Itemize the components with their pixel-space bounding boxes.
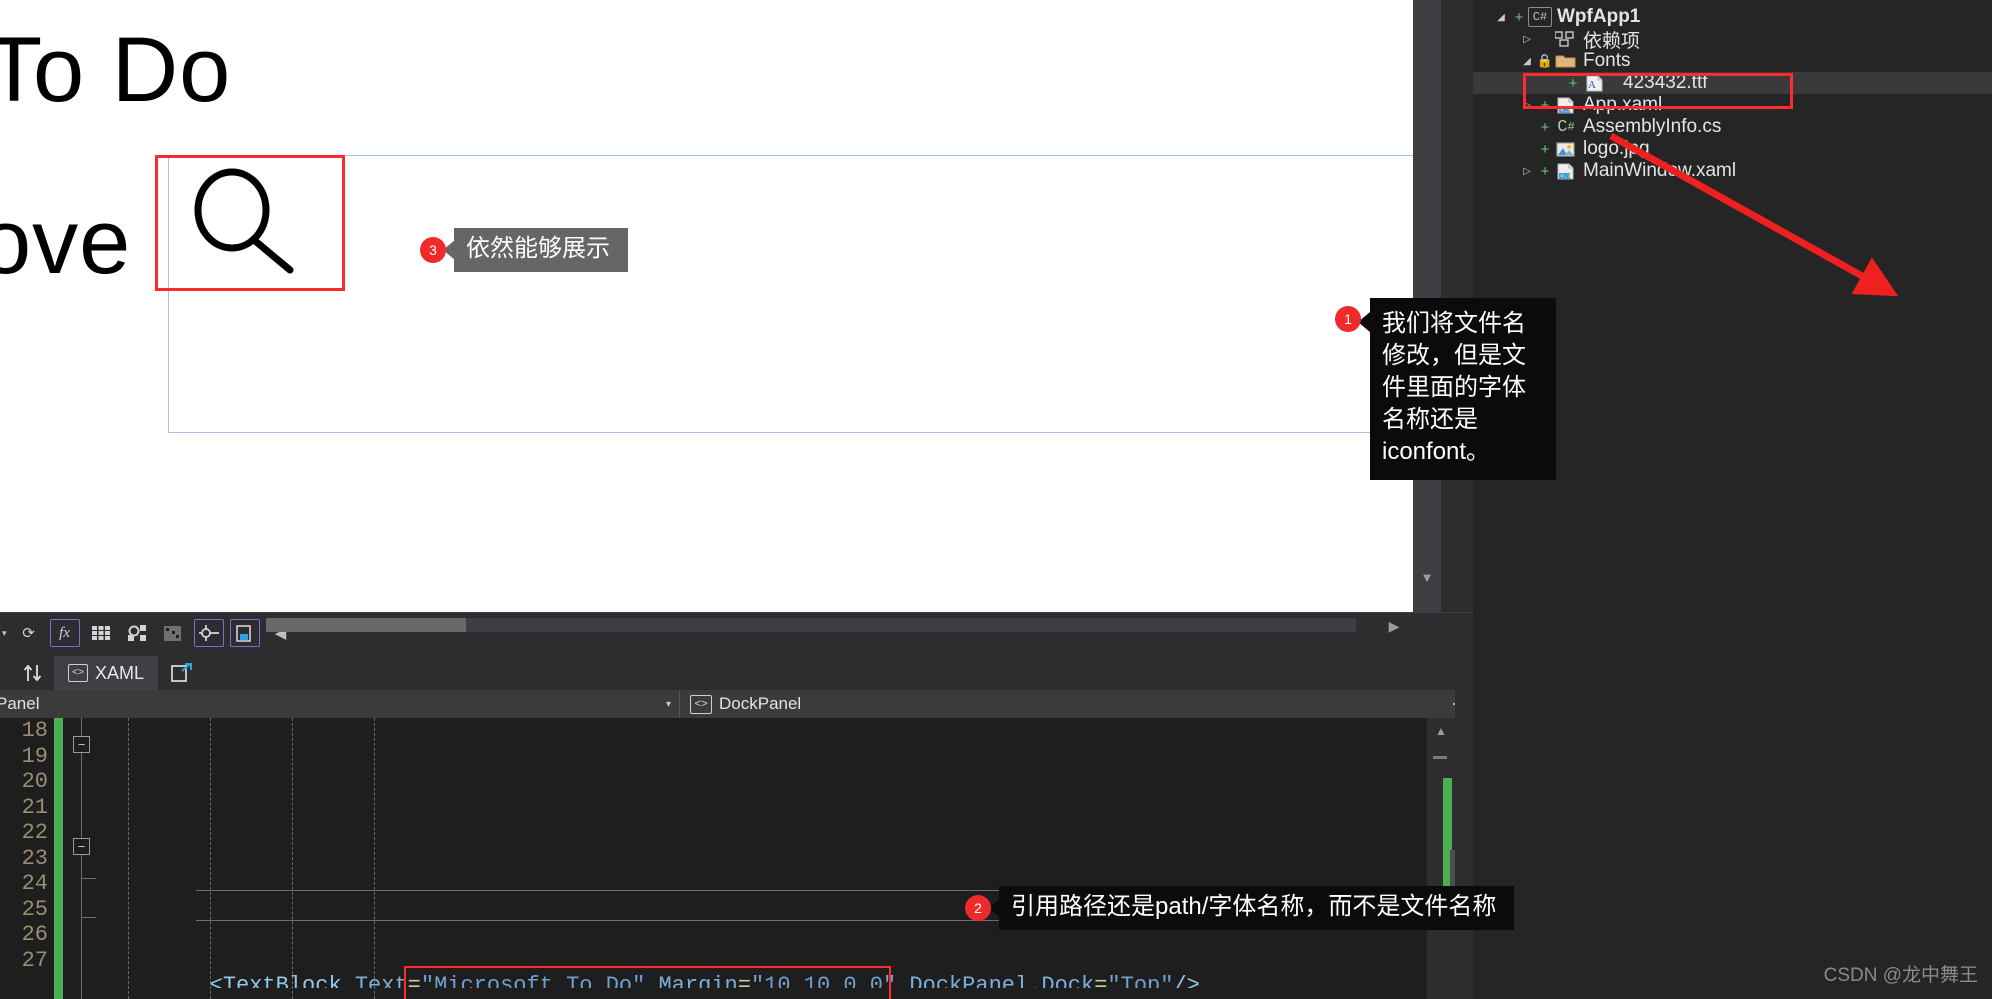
annotation-1: 1 我们将文件名修改，但是文件里面的字体名称还是iconfont。 bbox=[1335, 298, 1556, 480]
annotation-2: 2 引用路径还是path/字体名称，而不是文件名称 bbox=[965, 886, 1515, 931]
save-preview-icon[interactable] bbox=[229, 619, 260, 647]
breadcrumb-left-label: Panel bbox=[0, 694, 40, 713]
annotation-2-text: 引用路径还是path/字体名称，而不是文件名称 bbox=[999, 886, 1515, 931]
line-number: 24 bbox=[21, 871, 48, 896]
tree-item-label: Fonts bbox=[1583, 50, 1631, 71]
tree-item-label: logo.jpg bbox=[1583, 138, 1650, 159]
source-control-add-icon: + bbox=[1514, 8, 1524, 26]
annotation-1-badge: 1 bbox=[1335, 306, 1361, 332]
line-number: 23 bbox=[21, 845, 48, 871]
source-control-add-icon: + bbox=[1540, 140, 1550, 158]
collapse-region-button[interactable]: − bbox=[73, 838, 90, 855]
swap-panes-icon[interactable] bbox=[12, 656, 54, 690]
chevron-down-icon[interactable]: ◢ bbox=[1491, 12, 1511, 23]
line-number: 21 bbox=[21, 794, 48, 820]
annotation-3-badge: 3 bbox=[420, 237, 446, 263]
annotation-3-text: 依然能够展示 bbox=[454, 227, 628, 273]
solution-explorer-pane[interactable]: 解决方案 'WpfApp1' (1 个项目，共 1 个) ◢ + C# WpfA… bbox=[1473, 0, 1992, 999]
ttf-red-highlight-box bbox=[1523, 73, 1793, 109]
folder-icon bbox=[1553, 53, 1579, 69]
source-control-add-icon: + bbox=[1540, 118, 1550, 136]
line-number: 19 bbox=[21, 743, 48, 769]
tree-item-assemblyinfo-cs[interactable]: + C # AssemblyInfo.cs bbox=[1473, 116, 1992, 138]
unsaved-change-bar bbox=[54, 718, 63, 999]
lock-icon: 🔒 bbox=[1536, 53, 1554, 68]
image-file-icon bbox=[1553, 141, 1579, 158]
chevron-right-icon[interactable]: ▷ bbox=[1517, 166, 1537, 177]
designer-title-ove: ove bbox=[0, 191, 132, 293]
chevron-down-icon[interactable]: ◢ bbox=[1517, 56, 1537, 67]
line-number-gutter: 18 19 20 21 22 23 24 25 26 27 bbox=[0, 718, 52, 999]
xaml-element-icon: <> bbox=[690, 694, 712, 714]
chevron-right-icon[interactable]: ▷ bbox=[1517, 34, 1537, 45]
scroll-marker bbox=[1433, 756, 1447, 759]
breadcrumb[interactable]: Panel ▾ <> DockPanel ▾ bbox=[0, 690, 1473, 718]
settings-gear-icon[interactable] bbox=[122, 619, 152, 647]
breadcrumb-right-label: DockPanel bbox=[719, 694, 802, 713]
xaml-code-icon: <> bbox=[68, 664, 88, 682]
breadcrumb-left-dropdown[interactable]: Panel ▾ bbox=[0, 690, 680, 718]
designer-canvas[interactable]: To Do ove 3 依然能够展示 bbox=[0, 0, 1445, 612]
alignment-icon[interactable] bbox=[193, 619, 224, 647]
csharp-file-icon: C # bbox=[1557, 117, 1575, 137]
scroll-up-icon[interactable]: ▲ bbox=[1427, 720, 1455, 742]
designer-horizontal-scrollbar[interactable] bbox=[266, 618, 1356, 632]
xaml-code-editor[interactable]: 18 19 20 21 22 23 24 25 26 27 − − <TextB… bbox=[0, 718, 1473, 999]
line-number: 27 bbox=[21, 947, 48, 973]
scroll-right-icon[interactable]: ▶ bbox=[1375, 612, 1413, 640]
collapse-region-button[interactable]: − bbox=[73, 736, 90, 753]
svg-text:<.>: <.> bbox=[1561, 173, 1572, 180]
csharp-project-icon: C# bbox=[1527, 7, 1553, 27]
annotation-1-text: 我们将文件名修改，但是文件里面的字体名称还是iconfont。 bbox=[1370, 298, 1556, 480]
line-number: 26 bbox=[21, 922, 48, 947]
effects-fx-icon[interactable]: fx bbox=[49, 619, 80, 647]
breadcrumb-right-dropdown[interactable]: <> DockPanel ▾ bbox=[680, 690, 1473, 718]
visual-studio-window: To Do ove 3 依然能够展示 ▼ ▾ ⟳ fx ◀ ▶ <> XAML … bbox=[0, 0, 1992, 999]
code-outlining-margin[interactable]: − − bbox=[66, 718, 96, 999]
tree-item-label: AssemblyInfo.cs bbox=[1583, 116, 1722, 137]
line-number: 25 bbox=[21, 896, 48, 922]
tree-item-mainwindow-xaml[interactable]: ▷ + <.> MainWindow.xaml bbox=[1473, 160, 1992, 182]
line-number: 22 bbox=[21, 820, 48, 845]
watermark: CSDN @龙中舞王 bbox=[1823, 965, 1978, 986]
designer-horizontal-scroll-thumb[interactable] bbox=[266, 618, 466, 632]
snap-grid-icon[interactable] bbox=[158, 619, 188, 647]
scroll-down-icon[interactable]: ▼ bbox=[1413, 564, 1441, 590]
code-text-area[interactable]: <TextBlock Text="Microsoft To Do" Margin… bbox=[96, 718, 1426, 999]
xaml-tab-row[interactable]: <> XAML bbox=[0, 652, 1473, 690]
refresh-icon[interactable]: ⟳ bbox=[14, 619, 44, 647]
source-control-add-icon: + bbox=[1540, 162, 1550, 180]
editor-right-edge bbox=[1455, 652, 1473, 999]
tree-item-wpfapp1[interactable]: ◢ + C# WpfApp1 bbox=[1473, 6, 1992, 28]
chevron-down-icon[interactable]: ▾ bbox=[666, 699, 671, 710]
popout-window-icon[interactable] bbox=[164, 656, 200, 690]
tree-item-label: 依赖项 bbox=[1583, 30, 1641, 52]
line-number: 20 bbox=[21, 769, 48, 794]
glyph-red-highlight-box bbox=[155, 155, 345, 291]
xaml-file-icon: <.> bbox=[1553, 163, 1579, 180]
dependencies-icon bbox=[1553, 31, 1579, 47]
line-number: 18 bbox=[21, 718, 48, 743]
tree-item-fonts-folder[interactable]: ◢ 🔒 Fonts bbox=[1473, 50, 1992, 72]
annotation-3: 3 依然能够展示 bbox=[420, 227, 628, 273]
tree-item-dependencies[interactable]: ▷ 依赖项 bbox=[1473, 28, 1992, 52]
tab-xaml-label: XAML bbox=[95, 662, 145, 683]
outline-bracket bbox=[81, 878, 96, 918]
fontfamily-red-highlight-box bbox=[404, 966, 891, 999]
zoom-dropdown-caret-icon[interactable]: ▾ bbox=[2, 628, 7, 639]
tab-xaml[interactable]: <> XAML bbox=[54, 656, 159, 690]
grid-icon[interactable] bbox=[86, 619, 116, 647]
outline-vertical-line bbox=[81, 718, 82, 999]
xaml-designer-pane[interactable]: To Do ove 3 依然能够展示 ▼ bbox=[0, 0, 1473, 612]
tree-item-logo-jpg[interactable]: + logo.jpg bbox=[1473, 138, 1992, 160]
annotation-2-badge: 2 bbox=[965, 895, 991, 922]
tree-item-label: MainWindow.xaml bbox=[1583, 160, 1737, 181]
dockpanel-selection-outline bbox=[168, 155, 1445, 433]
designer-title-todo: To Do bbox=[0, 19, 232, 121]
